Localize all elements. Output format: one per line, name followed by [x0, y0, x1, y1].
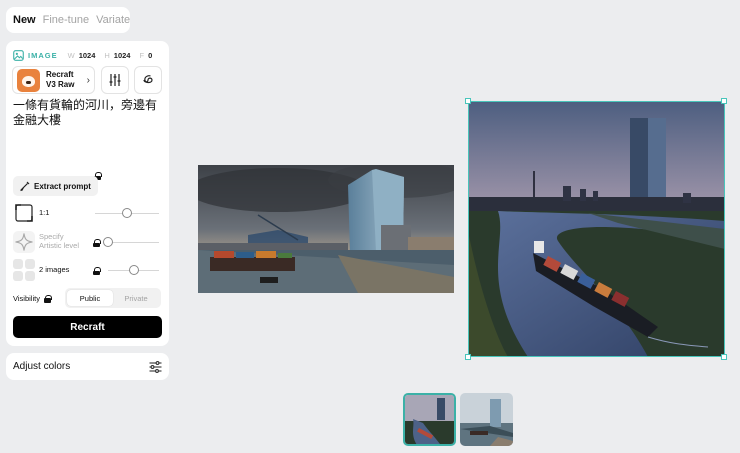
adjust-colors-label: Adjust colors: [13, 361, 71, 372]
aspect-ratio-slider-knob[interactable]: [122, 208, 132, 218]
visibility-label-text: Visibility: [13, 294, 40, 303]
visibility-label: Visibility: [13, 294, 52, 303]
artistic-level-slider[interactable]: [108, 242, 159, 243]
resize-handle-top-left[interactable]: [465, 98, 471, 104]
red-panda-avatar-icon: [17, 68, 40, 92]
image-count-slider-knob[interactable]: [128, 265, 139, 275]
frames-value: 0: [148, 50, 153, 60]
sparkle-icon: [13, 231, 35, 253]
image-icon: [13, 49, 24, 61]
style-controls-button[interactable]: [101, 66, 129, 94]
frames-label: F: [139, 50, 145, 60]
visibility-toggle: Public Private: [65, 288, 161, 308]
thumbnail-wide-image[interactable]: [460, 393, 513, 446]
artistic-level-label-line2: Artistic level: [39, 241, 80, 250]
resize-handle-bottom-left[interactable]: [465, 354, 471, 360]
sliders-icon: [109, 74, 121, 86]
height-label: H: [104, 50, 110, 60]
tab-variate[interactable]: Variate: [96, 14, 130, 26]
model-name-line2: V3 Raw: [46, 80, 75, 89]
lock-icon: [93, 267, 101, 275]
tab-new[interactable]: New: [13, 14, 36, 26]
pen-icon: [20, 181, 30, 192]
selection-frame: [468, 101, 725, 357]
extract-prompt-button[interactable]: Extract prompt: [13, 176, 98, 196]
thumbnail-square-art: [405, 395, 454, 444]
mode-tabs: New Fine-tune Variate: [6, 7, 130, 33]
thumbnail-square-image[interactable]: [403, 393, 456, 446]
prompt-text[interactable]: 一條有貨輪的河川，旁邊有金融大樓: [13, 98, 165, 128]
image-grid-icon: [13, 259, 35, 281]
generated-image-wide[interactable]: [198, 165, 454, 293]
lock-icon: [93, 239, 101, 247]
height-value: 1024: [113, 50, 131, 60]
model-name: Recraft V3 Raw: [46, 70, 85, 90]
resize-handle-bottom-right[interactable]: [721, 354, 727, 360]
width-label: W: [67, 50, 75, 60]
generation-panel: IMAGE W 1024 H 1024 F 0 Recraft V3 Raw ›: [6, 41, 169, 346]
model-selector-button[interactable]: Recraft V3 Raw ›: [12, 66, 95, 94]
image-count-label: 2 images: [39, 265, 70, 274]
chevron-right-icon: ›: [86, 74, 90, 86]
visibility-private-option[interactable]: Private: [113, 290, 159, 306]
artistic-level-label: Specify Artistic level: [39, 232, 79, 250]
thumbnail-wide-art: [460, 393, 513, 446]
aspect-ratio-icon: [13, 202, 35, 224]
artistic-level-row: Specify Artistic level: [13, 231, 163, 253]
extract-prompt-label: Extract prompt: [34, 181, 91, 191]
model-name-line1: Recraft: [46, 70, 74, 79]
generate-button[interactable]: Recraft: [13, 316, 162, 338]
resize-handle-top-right[interactable]: [721, 98, 727, 104]
aspect-ratio-row: 1:1: [13, 202, 163, 224]
generated-image-wide-art: [198, 165, 454, 293]
lock-icon: [43, 294, 52, 303]
visibility-public-option[interactable]: Public: [67, 290, 113, 306]
adjust-colors-panel[interactable]: Adjust colors: [6, 353, 169, 380]
image-settings-row[interactable]: IMAGE W 1024 H 1024 F 0: [13, 48, 155, 62]
tab-fine-tune[interactable]: Fine-tune: [43, 14, 89, 26]
style-swirl-button[interactable]: [134, 66, 162, 94]
aspect-ratio-label: 1:1: [39, 208, 50, 217]
image-type-label: IMAGE: [28, 50, 58, 60]
artistic-level-label-line1: Specify: [39, 232, 64, 241]
swirl-icon: [143, 75, 153, 84]
width-value: 1024: [78, 50, 96, 60]
settings-sliders-icon: [149, 360, 162, 373]
artistic-level-slider-knob[interactable]: [103, 237, 113, 247]
image-count-row: 2 images: [13, 259, 163, 281]
